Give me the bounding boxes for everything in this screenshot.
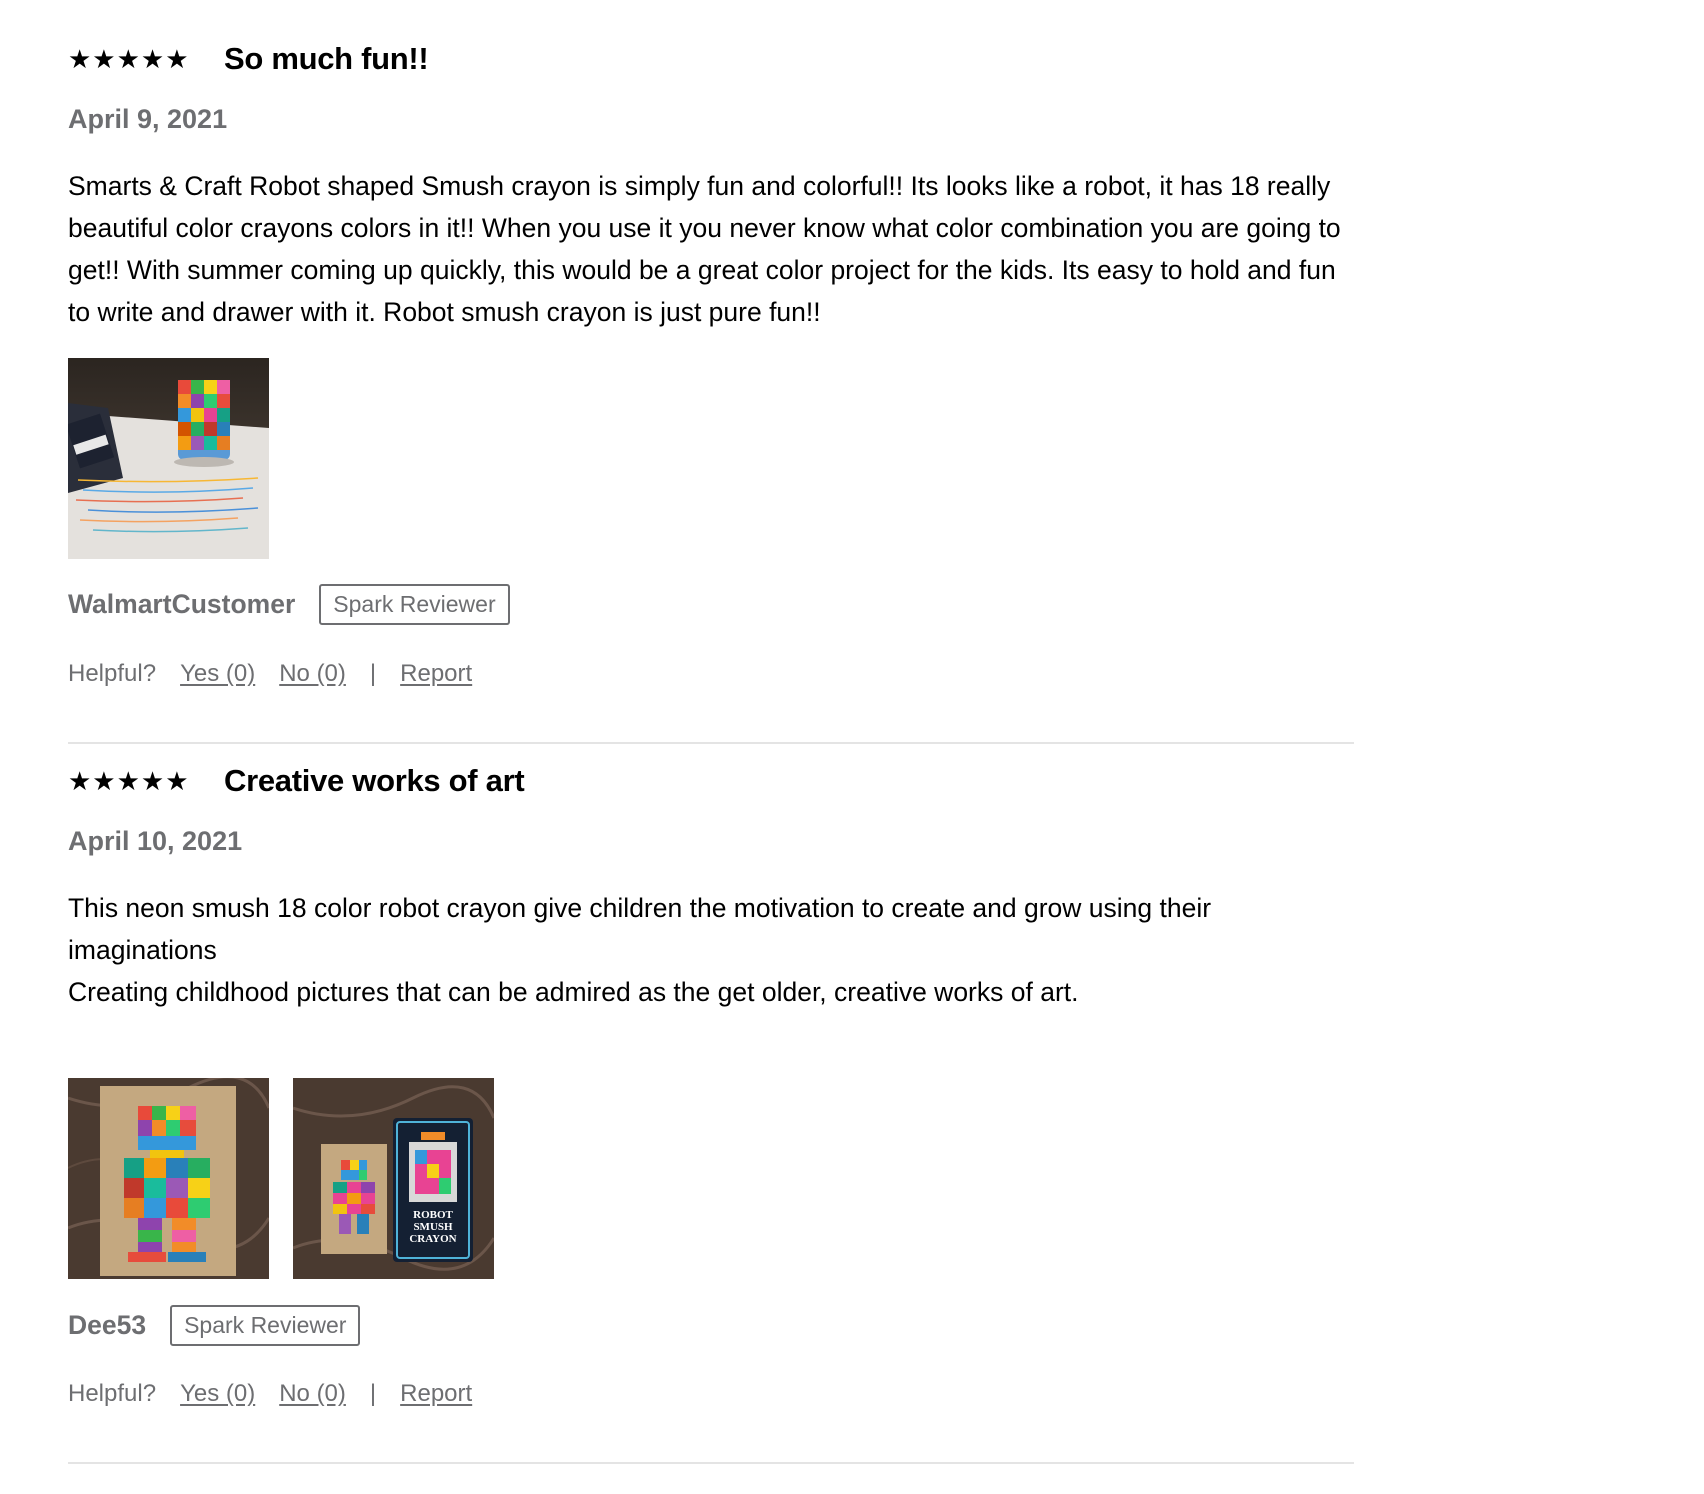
review-author-row: Dee53 Spark Reviewer [68, 1305, 361, 1346]
package-label-line: ROBOT [413, 1209, 453, 1221]
review-title: So much fun!! [224, 41, 429, 76]
review-body: Smarts & Craft Robot shaped Smush crayon… [68, 171, 1341, 327]
review-photo-robot-crayon-on-table[interactable] [68, 358, 269, 559]
star-rating: ★★★★★ [68, 44, 190, 74]
spark-reviewer-badge: Spark Reviewer [170, 1305, 361, 1346]
reviewer-name: Dee53 [68, 1310, 147, 1340]
separator: | [369, 1380, 377, 1407]
reviews-list: ★★★★★ So much fun!! April 9, 2021 Smarts… [68, 0, 1354, 1464]
helpful-yes-button[interactable]: Yes (0) [180, 1380, 255, 1408]
helpful-yes-button[interactable]: Yes (0) [180, 660, 255, 688]
review-card: ★★★★★ So much fun!! April 9, 2021 Smarts… [68, 0, 1354, 744]
separator: | [369, 660, 377, 687]
review-header: ★★★★★ Creative works of art [68, 761, 525, 801]
review-date: April 9, 2021 [68, 104, 228, 134]
spark-reviewer-badge: Spark Reviewer [319, 584, 510, 625]
helpful-label: Helpful? [68, 660, 157, 687]
report-link[interactable]: Report [400, 1380, 472, 1408]
review-author-row: WalmartCustomer Spark Reviewer [68, 584, 510, 625]
review-photo-image [68, 1078, 269, 1279]
review-photos: ROBOT SMUSH CRAYON [68, 1078, 494, 1279]
review-photo-robot-crayon-on-card[interactable] [68, 1078, 269, 1279]
helpful-no-button[interactable]: No (0) [279, 660, 346, 688]
helpful-label: Helpful? [68, 1380, 157, 1407]
star-rating: ★★★★★ [68, 766, 190, 796]
review-header: ★★★★★ So much fun!! [68, 39, 429, 79]
helpful-no-button[interactable]: No (0) [279, 1380, 346, 1408]
review-photo-crayon-with-package[interactable]: ROBOT SMUSH CRAYON [293, 1078, 494, 1279]
review-photo-image: ROBOT SMUSH CRAYON [293, 1078, 494, 1279]
reviewer-name: WalmartCustomer [68, 589, 296, 619]
helpful-row: Helpful? Yes (0) No (0) | Report [68, 660, 496, 688]
review-card: ★★★★★ Creative works of art April 10, 20… [68, 744, 1354, 1464]
review-photos [68, 358, 269, 559]
review-date: April 10, 2021 [68, 826, 243, 856]
review-title: Creative works of art [224, 763, 525, 798]
package-label-line: CRAYON [409, 1233, 456, 1245]
review-photo-image [68, 358, 269, 559]
package-label-line: SMUSH [413, 1221, 453, 1233]
review-body: This neon smush 18 color robot crayon gi… [68, 893, 1212, 1007]
report-link[interactable]: Report [400, 660, 472, 688]
helpful-row: Helpful? Yes (0) No (0) | Report [68, 1380, 496, 1408]
